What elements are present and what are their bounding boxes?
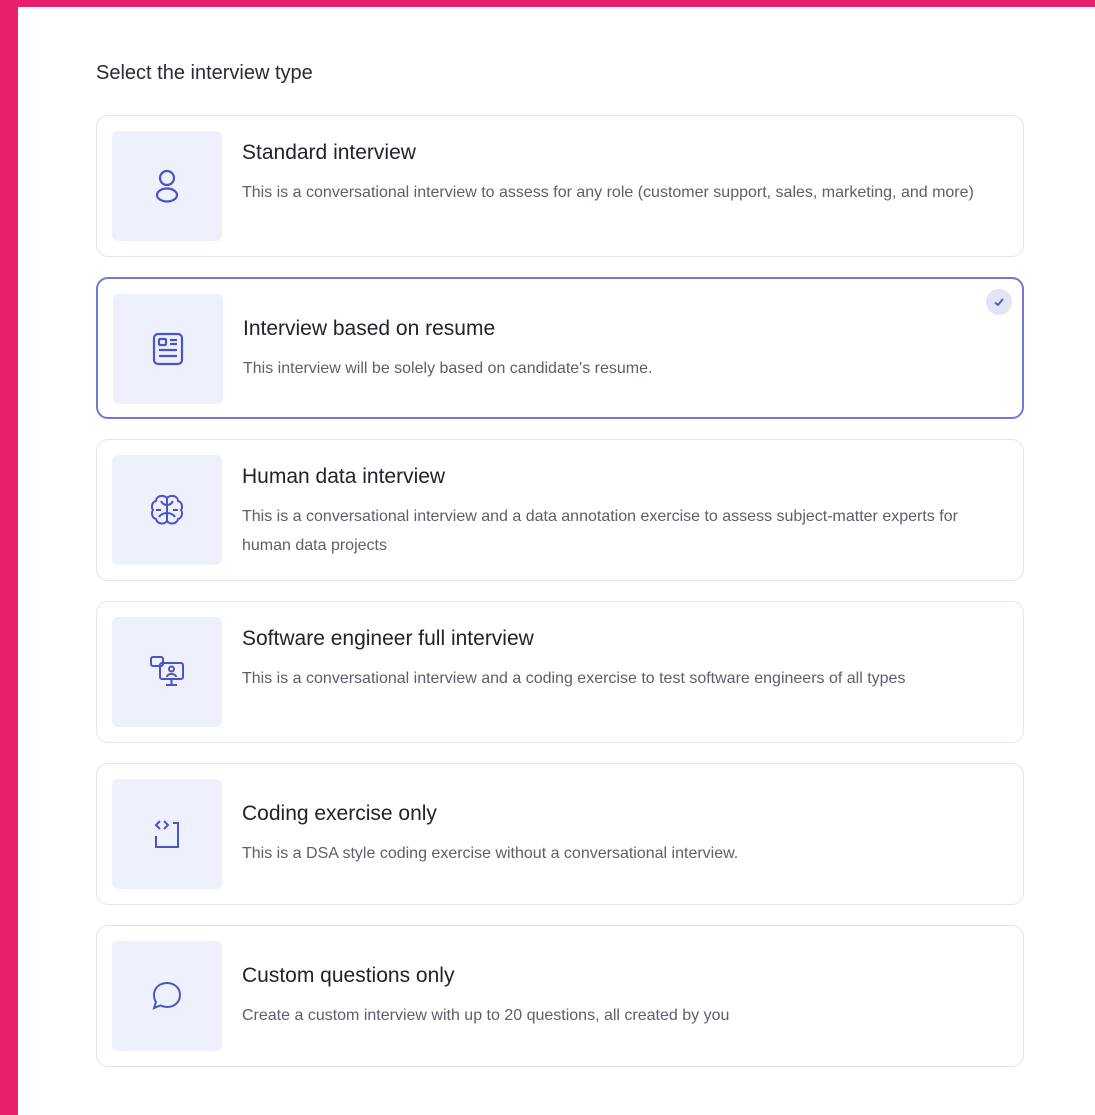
- option-title: Human data interview: [242, 465, 446, 488]
- option-description: This is a conversational interview and a…: [242, 670, 906, 687]
- person-icon: [155, 169, 179, 203]
- option-coding-exercise-only[interactable]: Coding exercise only This is a DSA style…: [96, 763, 1024, 905]
- option-custom-questions-only[interactable]: Custom questions only Create a custom in…: [96, 925, 1024, 1067]
- resume-document-icon: [152, 332, 184, 366]
- option-title: Coding exercise only: [242, 802, 437, 825]
- option-title: Interview based on resume: [243, 317, 496, 340]
- page-title: Select the interview type: [96, 62, 313, 84]
- option-title: Custom questions only: [242, 964, 455, 987]
- interview-type-list: Standard interview This is a conversatio…: [96, 115, 1024, 1087]
- option-title: Software engineer full interview: [242, 627, 534, 650]
- icon-tile: [113, 294, 223, 404]
- page-frame: Select the interview type Standard inter…: [0, 0, 1095, 1115]
- code-brackets-icon: [154, 820, 179, 848]
- icon-tile: [112, 779, 222, 889]
- option-title: Standard interview: [242, 141, 416, 164]
- icon-tile: [112, 455, 222, 565]
- option-software-engineer-full-interview[interactable]: Software engineer full interview This is…: [96, 601, 1024, 743]
- icon-tile: [112, 131, 222, 241]
- chat-bubble-icon: [152, 981, 182, 1010]
- option-standard-interview[interactable]: Standard interview This is a conversatio…: [96, 115, 1024, 257]
- icon-tile: [112, 617, 222, 727]
- computer-user-icon: [150, 656, 184, 686]
- check-icon: [994, 298, 1004, 307]
- option-description: This is a conversational interview to as…: [242, 184, 974, 201]
- option-human-data-interview[interactable]: Human data interview This is a conversat…: [96, 439, 1024, 581]
- brain-icon: [151, 494, 183, 525]
- option-interview-based-on-resume[interactable]: Interview based on resume This interview…: [96, 277, 1024, 419]
- option-description: This interview will be solely based on c…: [243, 360, 653, 377]
- selected-check-badge: [986, 289, 1012, 315]
- icon-tile: [112, 941, 222, 1051]
- option-description: Create a custom interview with up to 20 …: [242, 1007, 730, 1024]
- option-description: This is a conversational interview and a…: [242, 508, 958, 554]
- option-description: This is a DSA style coding exercise with…: [242, 845, 739, 862]
